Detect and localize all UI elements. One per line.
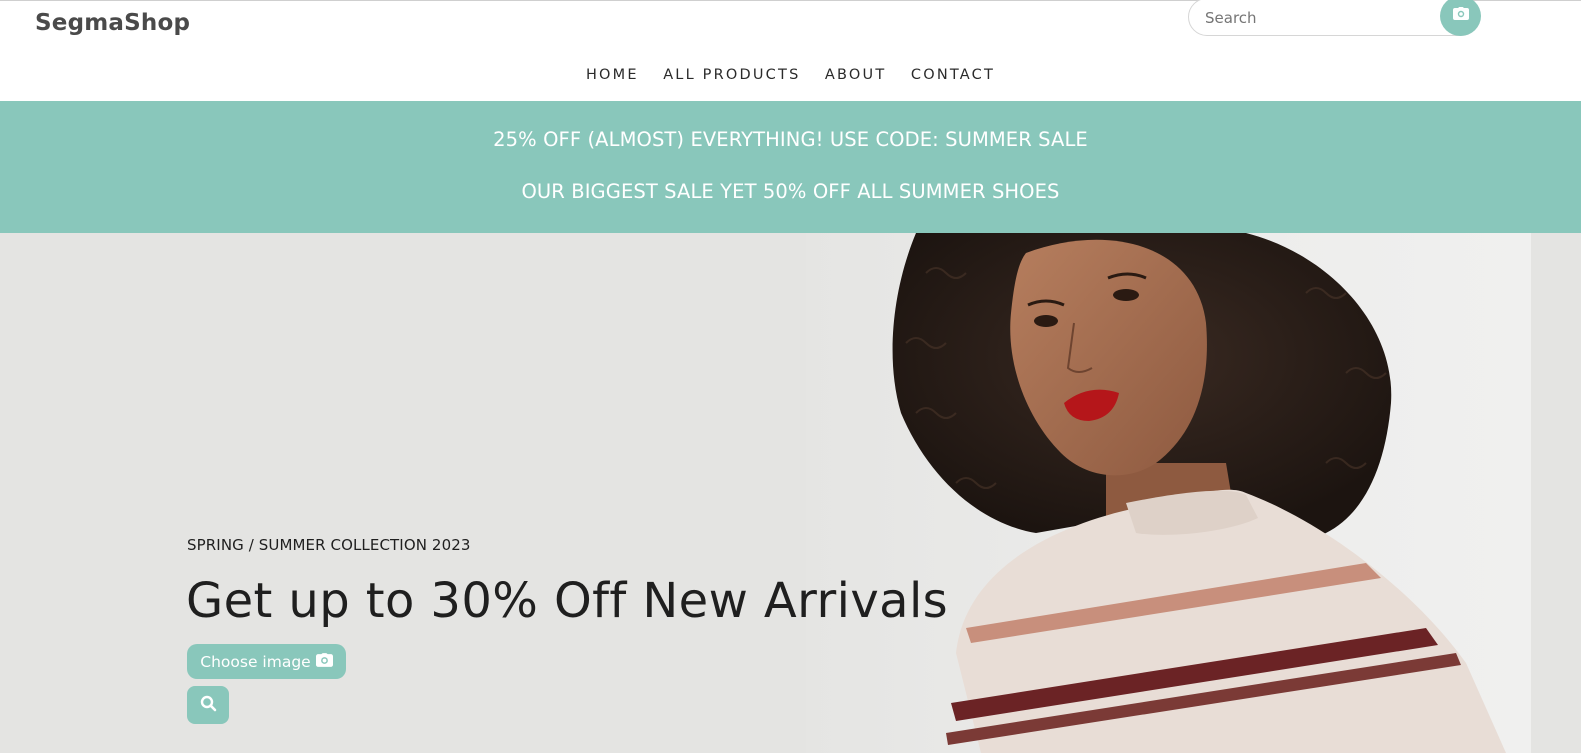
image-search-button[interactable] — [1440, 0, 1481, 36]
promo-banner: 25% OFF (ALMOST) EVERYTHING! USE CODE: S… — [0, 101, 1581, 233]
main-nav: HOME ALL PRODUCTS ABOUT CONTACT — [0, 66, 1581, 84]
choose-image-button[interactable]: Choose image — [187, 644, 346, 679]
nav-all-products[interactable]: ALL PRODUCTS — [663, 67, 800, 83]
nav-home[interactable]: HOME — [586, 67, 639, 83]
hero-title: Get up to 30% Off New Arrivals — [186, 573, 949, 629]
promo-line-1: 25% OFF (ALMOST) EVERYTHING! USE CODE: S… — [493, 128, 1088, 151]
hero-section: SPRING / SUMMER COLLECTION 2023 Get up t… — [0, 233, 1581, 753]
hero-collection-label: SPRING / SUMMER COLLECTION 2023 — [187, 536, 471, 554]
search-bar[interactable] — [1188, 0, 1480, 36]
choose-image-label: Choose image — [200, 652, 311, 671]
camera-icon — [1452, 7, 1469, 25]
camera-icon — [315, 652, 333, 671]
promo-line-2: OUR BIGGEST SALE YET 50% OFF ALL SUMMER … — [521, 180, 1060, 203]
nav-about[interactable]: ABOUT — [825, 67, 887, 83]
brand-logo[interactable]: SegmaShop — [35, 10, 190, 36]
search-icon — [200, 695, 217, 715]
hero-search-button[interactable] — [187, 686, 229, 724]
hero-model-photo — [806, 233, 1531, 753]
search-input[interactable] — [1205, 6, 1435, 30]
nav-contact[interactable]: CONTACT — [911, 67, 995, 83]
